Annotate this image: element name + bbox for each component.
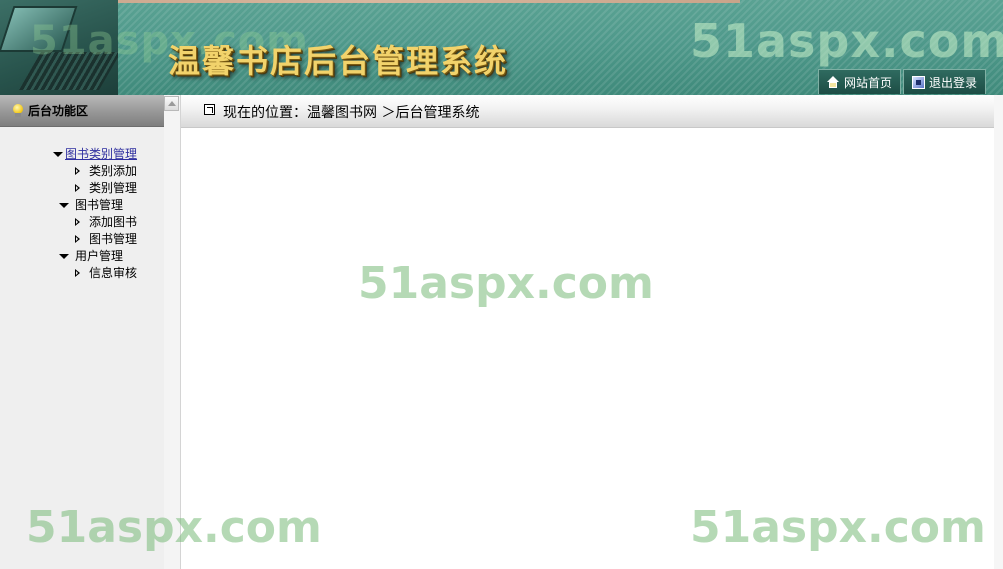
home-link-label: 网站首页 [844, 75, 893, 90]
logout-link-label: 退出登录 [929, 75, 978, 90]
tree-group-book-category[interactable]: 图书类别管理 [0, 146, 164, 163]
menu-tree: 图书类别管理 类别添加 类别管理 图书管理 添加图书 图书管理 用户管理 信息审… [0, 146, 164, 282]
expand-arrow-icon[interactable] [59, 254, 69, 259]
tree-item-info-review[interactable]: 信息审核 [0, 265, 164, 282]
sidebar-title: 后台功能区 [28, 104, 89, 118]
header-banner: 51aspx.com 51aspx.com 温馨书店后台管理系统 网站首页 退出… [0, 0, 1003, 95]
tree-group-book[interactable]: 图书管理 [0, 197, 164, 214]
right-frame-edge [994, 95, 1003, 569]
watermark-bottom-right: 51aspx.com [690, 502, 986, 553]
top-nav: 网站首页 退出登录 [818, 69, 988, 95]
header-watermark-right: 51aspx.com [690, 14, 1003, 68]
watermark-center: 51aspx.com [358, 258, 654, 309]
scroll-up-button[interactable] [164, 96, 179, 111]
logout-link[interactable]: 退出登录 [903, 69, 987, 94]
item-arrow-icon [75, 235, 80, 243]
tree-group-label[interactable]: 图书类别管理 [65, 146, 137, 163]
tree-group-label[interactable]: 用户管理 [75, 248, 123, 265]
watermark-bottom-left: 51aspx.com [26, 502, 322, 553]
tree-item-label[interactable]: 类别添加 [89, 163, 137, 180]
item-arrow-icon [75, 184, 80, 192]
tree-item-label[interactable]: 添加图书 [89, 214, 137, 231]
frame-scrollbar[interactable] [164, 95, 181, 569]
breadcrumb: 现在的位置：温馨图书网 ＞后台管理系统 [181, 95, 994, 128]
expand-arrow-icon[interactable] [59, 203, 69, 208]
home-link[interactable]: 网站首页 [818, 69, 902, 94]
tree-item-category-add[interactable]: 类别添加 [0, 163, 164, 180]
tree-group-label[interactable]: 图书管理 [75, 197, 123, 214]
lightbulb-icon [12, 103, 24, 118]
home-icon [827, 75, 840, 89]
tree-item-book-add[interactable]: 添加图书 [0, 214, 164, 231]
tree-item-category-manage[interactable]: 类别管理 [0, 180, 164, 197]
tree-item-label[interactable]: 信息审核 [89, 265, 137, 282]
tree-item-label[interactable]: 类别管理 [89, 180, 137, 197]
expand-arrow-icon[interactable] [53, 152, 63, 157]
tree-item-label[interactable]: 图书管理 [89, 231, 137, 248]
site-title: 温馨书店后台管理系统 [168, 42, 509, 80]
item-arrow-icon [75, 269, 80, 277]
tree-item-book-manage[interactable]: 图书管理 [0, 231, 164, 248]
sidebar: 后台功能区 图书类别管理 类别添加 类别管理 图书管理 添加图书 图书管理 用户… [0, 95, 165, 569]
sidebar-header: 后台功能区 [0, 95, 164, 127]
exit-icon [912, 75, 926, 89]
location-icon [204, 104, 215, 115]
breadcrumb-text: 现在的位置：温馨图书网 ＞后台管理系统 [223, 105, 480, 121]
item-arrow-icon [75, 218, 80, 226]
tree-group-user[interactable]: 用户管理 [0, 248, 164, 265]
item-arrow-icon [75, 167, 80, 175]
